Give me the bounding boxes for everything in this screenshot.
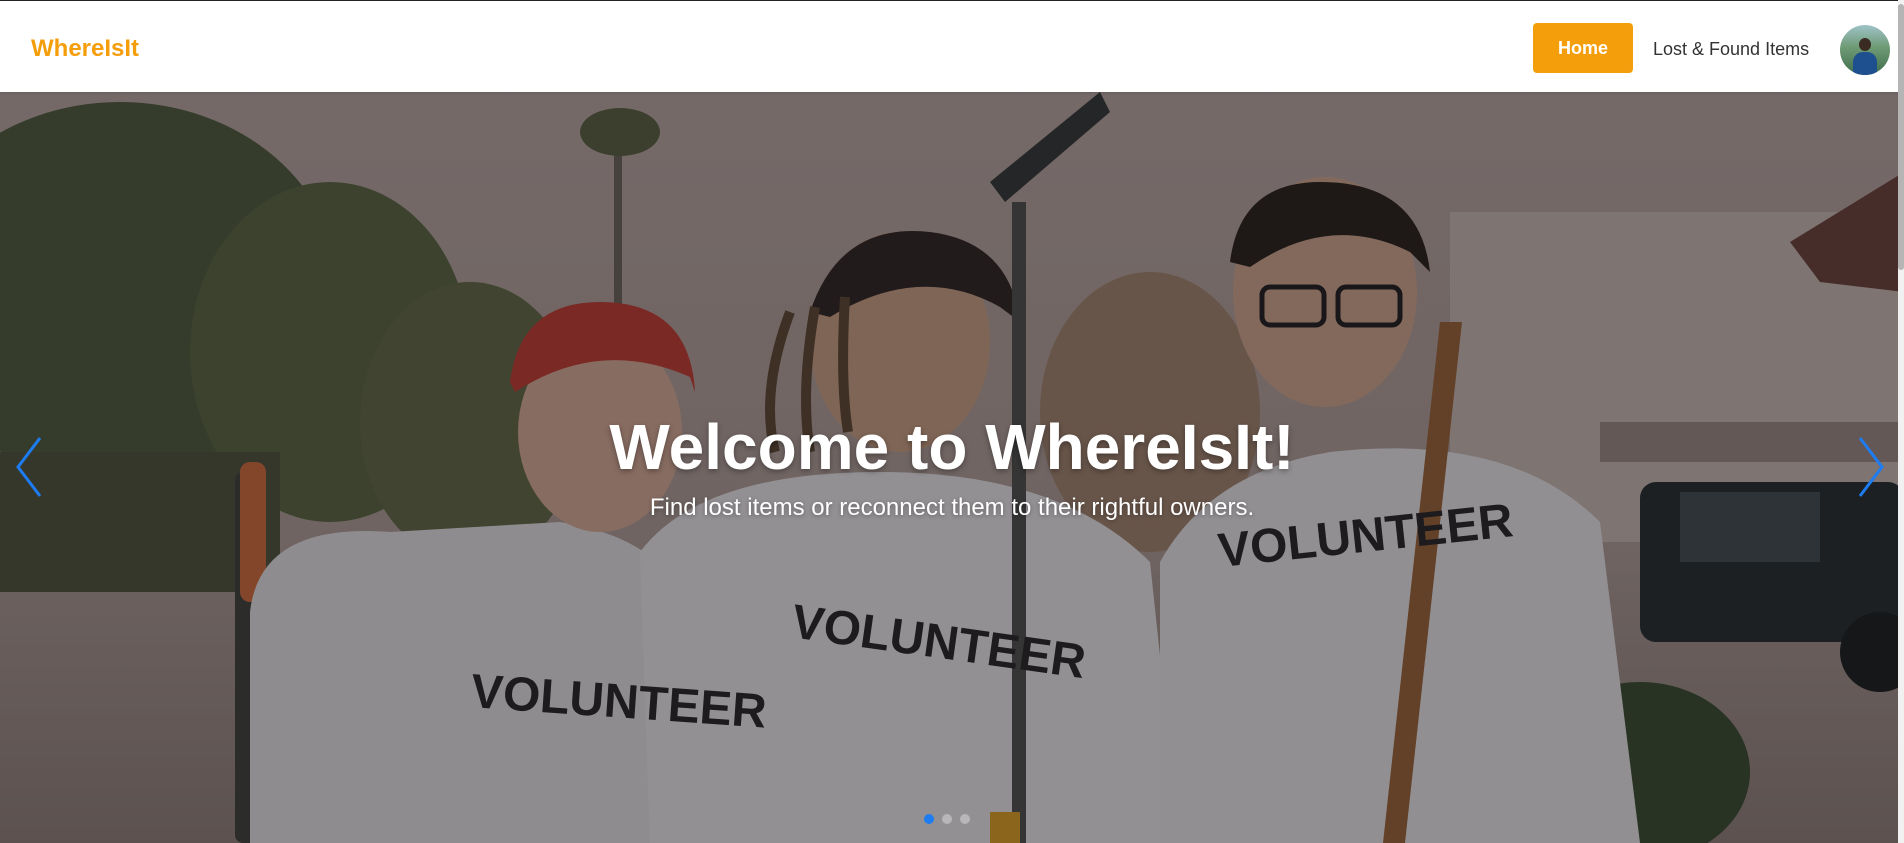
brand-logo[interactable]: WhereIsIt bbox=[31, 35, 139, 63]
chevron-left-icon[interactable] bbox=[10, 432, 50, 502]
carousel-dot-1[interactable] bbox=[924, 814, 934, 824]
navbar: WhereIsIt Home Lost & Found Items bbox=[0, 0, 1904, 92]
scrollbar-thumb[interactable] bbox=[1898, 4, 1904, 270]
carousel-dot-2[interactable] bbox=[942, 814, 952, 824]
home-button[interactable]: Home bbox=[1533, 23, 1633, 73]
avatar-head bbox=[1859, 38, 1871, 51]
lost-found-link[interactable]: Lost & Found Items bbox=[1653, 39, 1809, 60]
carousel-dot-3[interactable] bbox=[960, 814, 970, 824]
avatar-body bbox=[1853, 52, 1877, 75]
page: WhereIsIt Home Lost & Found Items VOLUNT… bbox=[0, 0, 1904, 843]
scrollbar[interactable] bbox=[1898, 0, 1904, 843]
carousel-pagination bbox=[924, 814, 970, 826]
hero-carousel: VOLUNTEER VOLUNTEER VOLUNTEER Welcome to… bbox=[0, 92, 1904, 843]
chevron-right-icon[interactable] bbox=[1850, 432, 1890, 502]
avatar[interactable] bbox=[1840, 25, 1890, 75]
hero-subtitle: Find lost items or reconnect them to the… bbox=[649, 494, 1255, 521]
hero-title: Welcome to WhereIsIt! bbox=[609, 411, 1295, 483]
